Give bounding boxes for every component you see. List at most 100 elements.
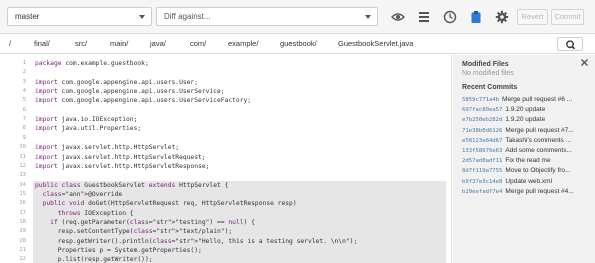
modified-files-heading: Modified Files bbox=[462, 61, 509, 68]
breadcrumb-segment[interactable]: guestbook/ bbox=[280, 39, 317, 48]
code-line[interactable]: 10 import javax.servlet.http.HttpServlet; bbox=[0, 143, 451, 152]
side-panel: Modified Files No modified files Recent … bbox=[453, 55, 595, 263]
commit-item[interactable]: b9f37e3c14e8 Update web.xml bbox=[462, 177, 590, 187]
diff-against-select[interactable]: Diff against... bbox=[156, 7, 378, 26]
code-text: Properties p = System.getProperties(); bbox=[35, 247, 202, 254]
list-icon[interactable] bbox=[417, 10, 431, 24]
revert-button[interactable]: Revert bbox=[517, 9, 548, 25]
commit-item[interactable]: 697fac80ea57 1.9.20 update bbox=[462, 105, 590, 115]
line-number: 9 bbox=[22, 134, 26, 141]
code-line[interactable]: 21 Properties p = System.getProperties()… bbox=[0, 246, 451, 256]
breadcrumb-segment[interactable]: java/ bbox=[150, 39, 166, 48]
commit-message: Merge pull request #7... bbox=[505, 126, 574, 134]
code-line[interactable]: 11 import javax.servlet.http.HttpServletR… bbox=[0, 153, 451, 162]
code-line[interactable]: 12 import javax.servlet.http.HttpServletR… bbox=[0, 162, 451, 171]
branch-select-value: master bbox=[15, 12, 40, 21]
close-icon[interactable] bbox=[580, 58, 589, 67]
chevron-down-icon bbox=[139, 15, 145, 19]
line-number: 6 bbox=[22, 106, 26, 113]
commit-hash[interactable]: e7b250eb282d bbox=[462, 117, 502, 123]
code-line[interactable]: 6 bbox=[0, 106, 451, 115]
code-text: import javax.servlet.http.HttpServletRes… bbox=[35, 162, 210, 170]
code-line[interactable]: 18 if (req.getParameter(class="str">"tes… bbox=[0, 217, 451, 228]
breadcrumb-segment[interactable]: src/ bbox=[75, 39, 87, 48]
line-number: 11 bbox=[19, 153, 26, 160]
code-line[interactable]: 20 resp.getWriter().println(class="str">… bbox=[0, 236, 451, 247]
commit-hash[interactable]: 8d7f119a7755 bbox=[462, 168, 502, 174]
breadcrumb-root[interactable]: / bbox=[9, 39, 11, 48]
diff-against-placeholder: Diff against... bbox=[164, 12, 211, 21]
commit-hash[interactable]: b9f37e3c14e8 bbox=[462, 179, 502, 185]
line-number: 4 bbox=[22, 88, 26, 95]
line-number: 21 bbox=[19, 247, 26, 253]
line-number: 2 bbox=[22, 69, 26, 76]
history-icon[interactable] bbox=[443, 10, 457, 24]
commit-message: Takashi's comments ... bbox=[505, 136, 571, 144]
code-text: if (req.getParameter(class="str">"testin… bbox=[50, 218, 255, 226]
branch-select[interactable]: master bbox=[7, 7, 152, 26]
line-number: 3 bbox=[22, 78, 26, 85]
commit-message: Move to Objectify fro... bbox=[505, 167, 571, 175]
toolbar: master Diff against... Revert Commit bbox=[0, 0, 595, 34]
commit-item[interactable]: b29eefadf7e4 Merge pull request #4... bbox=[462, 187, 590, 197]
code-text: resp.getWriter().println(class="str">"He… bbox=[35, 237, 358, 245]
line-number: 13 bbox=[19, 172, 26, 179]
commit-item[interactable]: e58123e84d67 Takashi's comments ... bbox=[462, 136, 590, 146]
recent-commits-heading: Recent Commits bbox=[462, 84, 518, 91]
code-line[interactable]: 14 public class GuestbookServlet extends … bbox=[0, 180, 451, 190]
breadcrumb-segment[interactable]: main/ bbox=[110, 39, 128, 48]
code-text: p.list(resp.getWriter()); bbox=[35, 256, 153, 263]
code-line[interactable]: 3 import com.google.appengine.api.users.U… bbox=[0, 78, 451, 87]
clipboard-icon[interactable] bbox=[469, 10, 483, 24]
commit-message: 1.9.20 update bbox=[505, 106, 546, 114]
code-line[interactable]: 4 import com.google.appengine.api.users.U… bbox=[0, 87, 451, 96]
code-text: resp.setContentType(class="str">"text/pl… bbox=[35, 228, 233, 236]
code-text: public void doGet(HttpServletRequest req… bbox=[42, 200, 297, 208]
code-line[interactable]: 5 import com.google.appengine.api.users.U… bbox=[0, 96, 451, 105]
line-number: 10 bbox=[19, 144, 26, 151]
code-text: import javax.servlet.http.HttpServlet; bbox=[35, 144, 180, 152]
code-text: import java.util.Properties; bbox=[35, 125, 142, 133]
commit-hash[interactable]: e58123e84d67 bbox=[462, 138, 502, 144]
commit-hash[interactable]: 133f58676e63 bbox=[462, 148, 502, 154]
code-line[interactable]: 8 import java.util.Properties; bbox=[0, 124, 451, 133]
code-line[interactable]: 19 resp.setContentType(class="str">"text… bbox=[0, 227, 451, 237]
line-number: 17 bbox=[19, 209, 26, 216]
code-line[interactable]: 17 throws IOException { bbox=[0, 208, 451, 218]
eye-icon[interactable] bbox=[391, 10, 405, 24]
breadcrumb-file[interactable]: GuestbookServlet.java bbox=[338, 39, 413, 48]
code-line[interactable]: 22 p.list(resp.getWriter()); bbox=[0, 255, 451, 263]
commit-item[interactable]: 8d7f119a7755 Move to Objectify fro... bbox=[462, 166, 590, 176]
code-text: import java.io.IOException; bbox=[35, 116, 138, 124]
commit-hash[interactable]: 697fac80ea57 bbox=[462, 107, 502, 113]
gear-icon[interactable] bbox=[495, 10, 509, 24]
commit-hash[interactable]: b29eefadf7e4 bbox=[462, 189, 502, 195]
line-number: 16 bbox=[19, 200, 26, 207]
code-line[interactable]: 16 public void doGet(HttpServletRequest … bbox=[0, 199, 451, 209]
code-line[interactable]: 15 class="ann">@Override bbox=[0, 189, 451, 200]
code-text: class="ann">@Override bbox=[42, 190, 123, 198]
commit-hash[interactable]: 5859c771a4b bbox=[462, 97, 499, 103]
breadcrumb-segment[interactable]: com/ bbox=[190, 39, 206, 48]
commit-hash[interactable]: 2d57ad0adf11 bbox=[462, 158, 502, 164]
commit-item[interactable]: 2d57ad0adf11 Fix the read me bbox=[462, 156, 590, 166]
commit-item[interactable]: 71e38b0d6126 Merge pull request #7... bbox=[462, 126, 590, 136]
breadcrumb-segment[interactable]: example/ bbox=[228, 39, 258, 48]
code-line[interactable]: 7 import java.io.IOException; bbox=[0, 115, 451, 124]
commit-item[interactable]: e7b250eb282d 1.9.20 update bbox=[462, 115, 590, 125]
commit-hash[interactable]: 71e38b0d6126 bbox=[462, 128, 502, 134]
breadcrumb-segment[interactable]: final/ bbox=[34, 39, 50, 48]
code-line[interactable]: 2 bbox=[0, 68, 451, 77]
code-line[interactable]: 1 package com.example.guestbook; bbox=[0, 59, 451, 68]
commit-button[interactable]: Commit bbox=[551, 9, 584, 25]
line-number: 14 bbox=[19, 181, 26, 188]
line-number: 19 bbox=[19, 228, 26, 235]
code-line[interactable]: 13 bbox=[0, 171, 451, 180]
code-editor[interactable]: 1 package com.example.guestbook; 2 3 import … bbox=[0, 55, 452, 263]
code-text: import com.google.appengine.api.users.Us… bbox=[35, 78, 199, 86]
commit-item[interactable]: 133f58676e63 Add some comments... bbox=[462, 146, 590, 156]
code-line[interactable]: 9 bbox=[0, 134, 451, 143]
commit-item[interactable]: 5859c771a4b Merge pull request #6 ... bbox=[462, 95, 590, 105]
search-button[interactable] bbox=[557, 37, 583, 51]
commit-message: Merge pull request #4... bbox=[505, 187, 574, 195]
